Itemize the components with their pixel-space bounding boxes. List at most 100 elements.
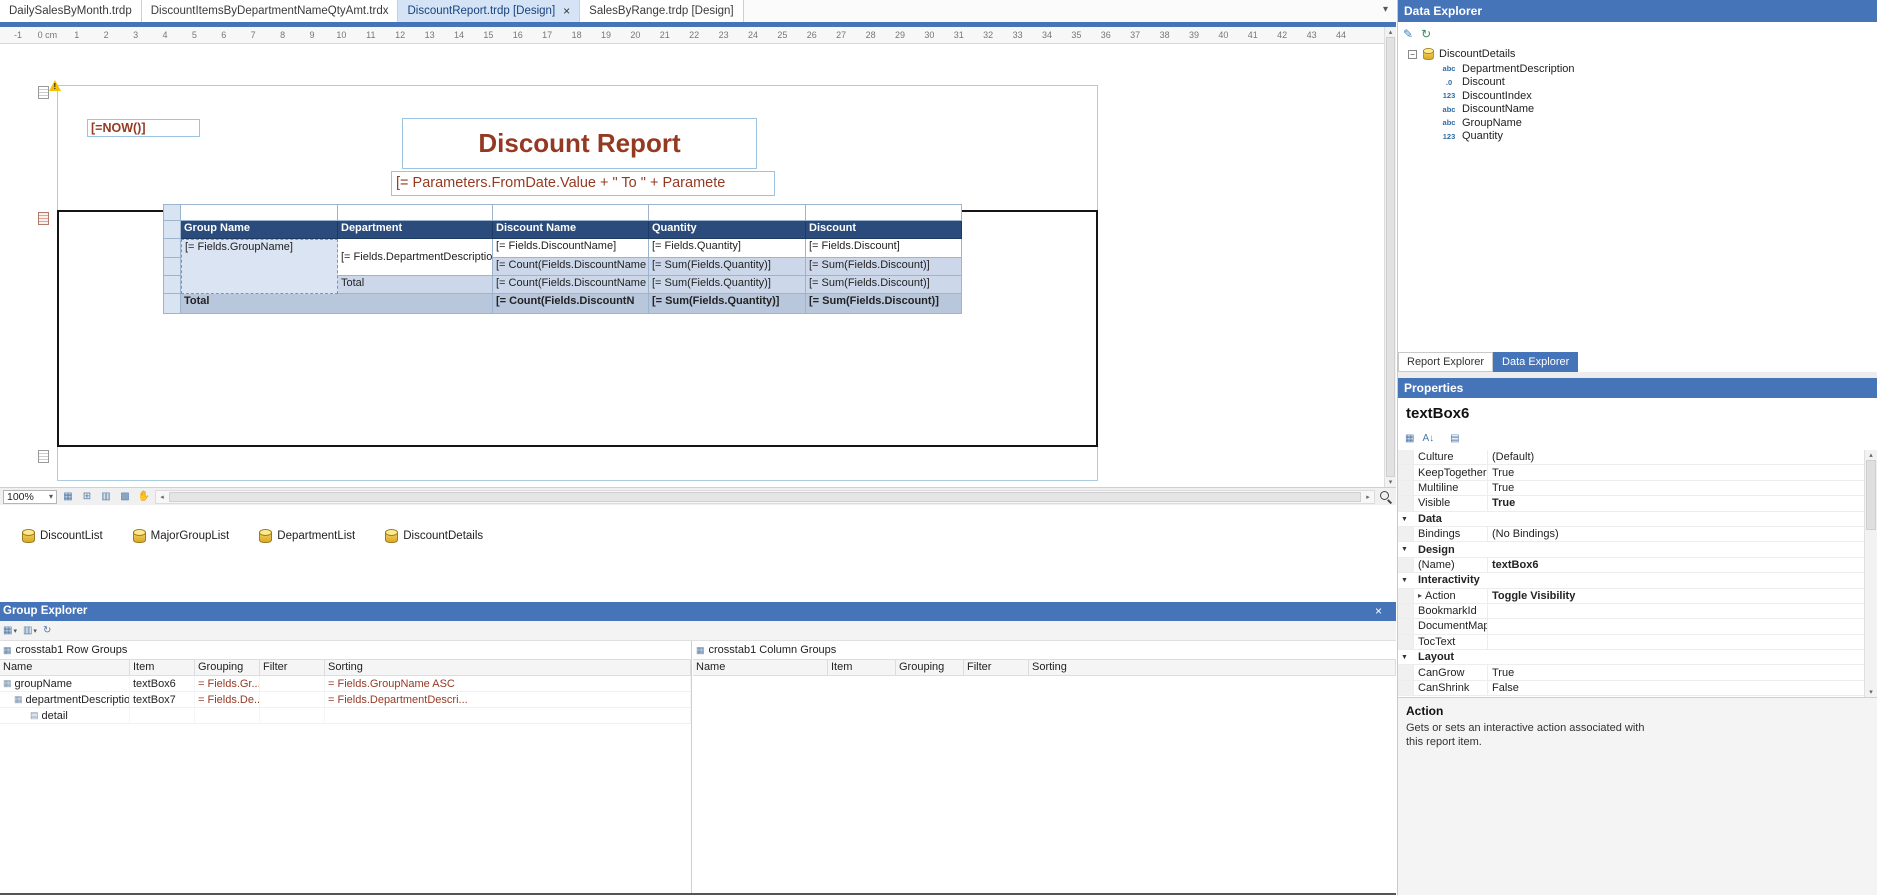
property-value[interactable]	[1454, 650, 1865, 664]
now-expression-textbox[interactable]: [=NOW()]	[87, 119, 200, 137]
refresh-icon[interactable]: ↻	[43, 625, 51, 636]
property-row[interactable]: ▼ ▸CanGrow True	[1398, 665, 1865, 681]
crosstab-corner-selector[interactable]	[164, 205, 181, 221]
property-value[interactable]: True	[1488, 465, 1865, 479]
scrollbar-thumb[interactable]	[1386, 37, 1395, 477]
property-value[interactable]	[1442, 512, 1865, 526]
crosstab-row-selector[interactable]	[164, 258, 181, 276]
property-row[interactable]: ▼ ▸DocumentMap	[1398, 619, 1865, 635]
tree-node-datasource[interactable]: − DiscountDetails	[1408, 46, 1877, 62]
field-tree-item[interactable]: abc GroupName	[1408, 116, 1877, 130]
property-pages-icon[interactable]: ▤	[1448, 433, 1461, 444]
crosstab-dept-total-cell[interactable]: [= Sum(Fields.Discount)]	[806, 258, 962, 276]
view-mode-dropdown-icon[interactable]: ▦ ▾	[3, 625, 17, 636]
crosstab-dept-total-cell[interactable]: [= Sum(Fields.Quantity)]	[649, 258, 806, 276]
date-range-textbox[interactable]: [= Parameters.FromDate.Value + " To " + …	[391, 171, 775, 196]
field-tree-item[interactable]: .0 Discount	[1408, 76, 1877, 90]
crosstab-department-cell[interactable]: [= Fields.DepartmentDescription]	[338, 239, 493, 276]
property-value[interactable]: textBox6	[1488, 558, 1865, 572]
crosstab-group-total-cell[interactable]: [= Sum(Fields.Discount)]	[806, 276, 962, 294]
watermark-toggle-icon[interactable]: ▩	[117, 490, 133, 504]
crosstab-grand-total-cell[interactable]: [= Sum(Fields.Discount)]	[806, 294, 962, 314]
crosstab-empty-cell[interactable]	[806, 205, 962, 221]
tab-sales-by-range[interactable]: SalesByRange.trdp [Design]	[580, 0, 744, 22]
property-row[interactable]: ▼ ▸Culture (Default)	[1398, 450, 1865, 466]
scroll-right-icon[interactable]: ▸	[1362, 493, 1374, 501]
design-canvas[interactable]: [=NOW()] Discount Report [= Parameters.F…	[0, 44, 1384, 487]
property-row[interactable]: ▼ ▸CanShrink False	[1398, 680, 1865, 697]
crosstab-empty-cell[interactable]	[649, 205, 806, 221]
crosstab-header-cell[interactable]: Quantity	[649, 221, 806, 239]
datasource-component[interactable]: DiscountDetails	[385, 529, 483, 543]
crosstab-header-cell[interactable]: Discount	[806, 221, 962, 239]
scrollbar-thumb[interactable]	[169, 491, 1361, 502]
crosstab-grand-total-cell[interactable]: [= Count(Fields.DiscountN	[493, 294, 649, 314]
property-value[interactable]	[1488, 619, 1865, 633]
field-tree-item[interactable]: abc DiscountName	[1408, 103, 1877, 117]
scroll-up-icon[interactable]: ▴	[1865, 451, 1877, 459]
property-row[interactable]: ▼ ▸Design	[1398, 542, 1865, 558]
property-value[interactable]: Toggle Visibility	[1488, 589, 1865, 603]
vertical-scrollbar[interactable]: ▴ ▾	[1384, 27, 1396, 487]
pan-tool-icon[interactable]: ✋	[136, 490, 152, 504]
property-value[interactable]: True	[1488, 665, 1865, 679]
crosstab-group-total-label[interactable]: Total	[338, 276, 493, 294]
property-value[interactable]	[1455, 542, 1865, 556]
crosstab-grand-total-cell[interactable]: [= Sum(Fields.Quantity)]	[649, 294, 806, 314]
snap-to-grid-icon[interactable]: ⊞	[79, 490, 95, 504]
scrollbar-thumb[interactable]	[1866, 460, 1876, 530]
tab-discount-report[interactable]: DiscountReport.trdp [Design] ×	[398, 0, 581, 22]
warning-icon[interactable]	[49, 80, 61, 91]
group-row[interactable]: ▤ detail	[0, 708, 691, 724]
zoom-select[interactable]: 100% ▾	[3, 489, 57, 504]
crosstab-group-total-cell[interactable]: [= Sum(Fields.Quantity)]	[649, 276, 806, 294]
property-value[interactable]	[1480, 573, 1865, 587]
snap-lines-icon[interactable]: ▥	[98, 490, 114, 504]
crosstab-header-cell[interactable]: Discount Name	[493, 221, 649, 239]
crosstab-row-selector[interactable]	[164, 294, 181, 314]
group-row[interactable]: ▦ departmentDescription textBox7 = Fields…	[0, 692, 691, 708]
crosstab-table[interactable]: Group Name Department Discount Name Quan…	[163, 204, 962, 314]
property-row[interactable]: ▼ ▸Multiline True	[1398, 480, 1865, 497]
datasource-component[interactable]: DepartmentList	[259, 529, 355, 543]
datasource-component[interactable]: DiscountList	[22, 529, 103, 543]
crosstab-detail-cell[interactable]: [= Fields.Discount]	[806, 239, 962, 258]
scroll-up-icon[interactable]: ▴	[1385, 28, 1396, 36]
crosstab-row-selector[interactable]	[164, 221, 181, 239]
property-row[interactable]: ▼ ▸KeepTogether True	[1398, 465, 1865, 481]
tab-report-explorer[interactable]: Report Explorer	[1398, 352, 1494, 372]
property-row[interactable]: ▼ ▸BookmarkId	[1398, 603, 1865, 620]
scroll-down-icon[interactable]: ▾	[1865, 688, 1877, 696]
field-tree-item[interactable]: abc DepartmentDescription	[1408, 62, 1877, 76]
tab-discount-items[interactable]: DiscountItemsByDepartmentNameQtyAmt.trdx	[141, 0, 399, 22]
crosstab-empty-cell[interactable]	[338, 205, 493, 221]
property-row[interactable]: ▼ ▸(Name) textBox6	[1398, 557, 1865, 574]
crosstab-row-selector[interactable]	[164, 276, 181, 294]
refresh-icon[interactable]: ↻	[1421, 27, 1431, 41]
horizontal-scrollbar[interactable]: ◂ ▸	[155, 489, 1375, 504]
close-icon[interactable]: ×	[563, 4, 570, 18]
property-row[interactable]: ▼ ▸Layout	[1398, 650, 1865, 666]
datasource-component[interactable]: MajorGroupList	[132, 529, 229, 543]
field-tree-item[interactable]: 123 Quantity	[1408, 130, 1877, 144]
zoom-tool-icon[interactable]	[1378, 489, 1393, 504]
scroll-down-icon[interactable]: ▾	[1385, 478, 1396, 486]
crosstab-header-cell[interactable]: Department	[338, 221, 493, 239]
property-value[interactable]	[1488, 604, 1865, 618]
group-row[interactable]: ▦ groupName textBox6 = Fields.Gr... = Fie…	[0, 676, 691, 692]
property-value[interactable]: True	[1488, 496, 1865, 510]
tab-overflow-icon[interactable]: ▾	[1383, 4, 1388, 15]
tab-daily-sales-by-month[interactable]: DailySalesByMonth.trdp	[0, 0, 142, 22]
crosstab-header-cell[interactable]: Group Name	[181, 221, 338, 239]
edit-datasource-icon[interactable]: ✎	[1403, 27, 1413, 41]
crosstab-groupname-cell[interactable]: [= Fields.GroupName]	[181, 239, 338, 294]
property-row[interactable]: ▼ ▸Action Toggle Visibility	[1398, 588, 1865, 604]
property-row[interactable]: ▼ ▸Interactivity	[1398, 573, 1865, 589]
crosstab-group-total-cell[interactable]: [= Count(Fields.DiscountName	[493, 276, 649, 294]
property-row[interactable]: ▼ ▸TocText	[1398, 634, 1865, 651]
page-footer-section-icon[interactable]	[38, 450, 49, 463]
crosstab-row-selector[interactable]	[164, 239, 181, 258]
field-tree-item[interactable]: 123 DiscountIndex	[1408, 89, 1877, 103]
tab-data-explorer[interactable]: Data Explorer	[1493, 352, 1579, 372]
property-row[interactable]: ▼ ▸Visible True	[1398, 496, 1865, 512]
